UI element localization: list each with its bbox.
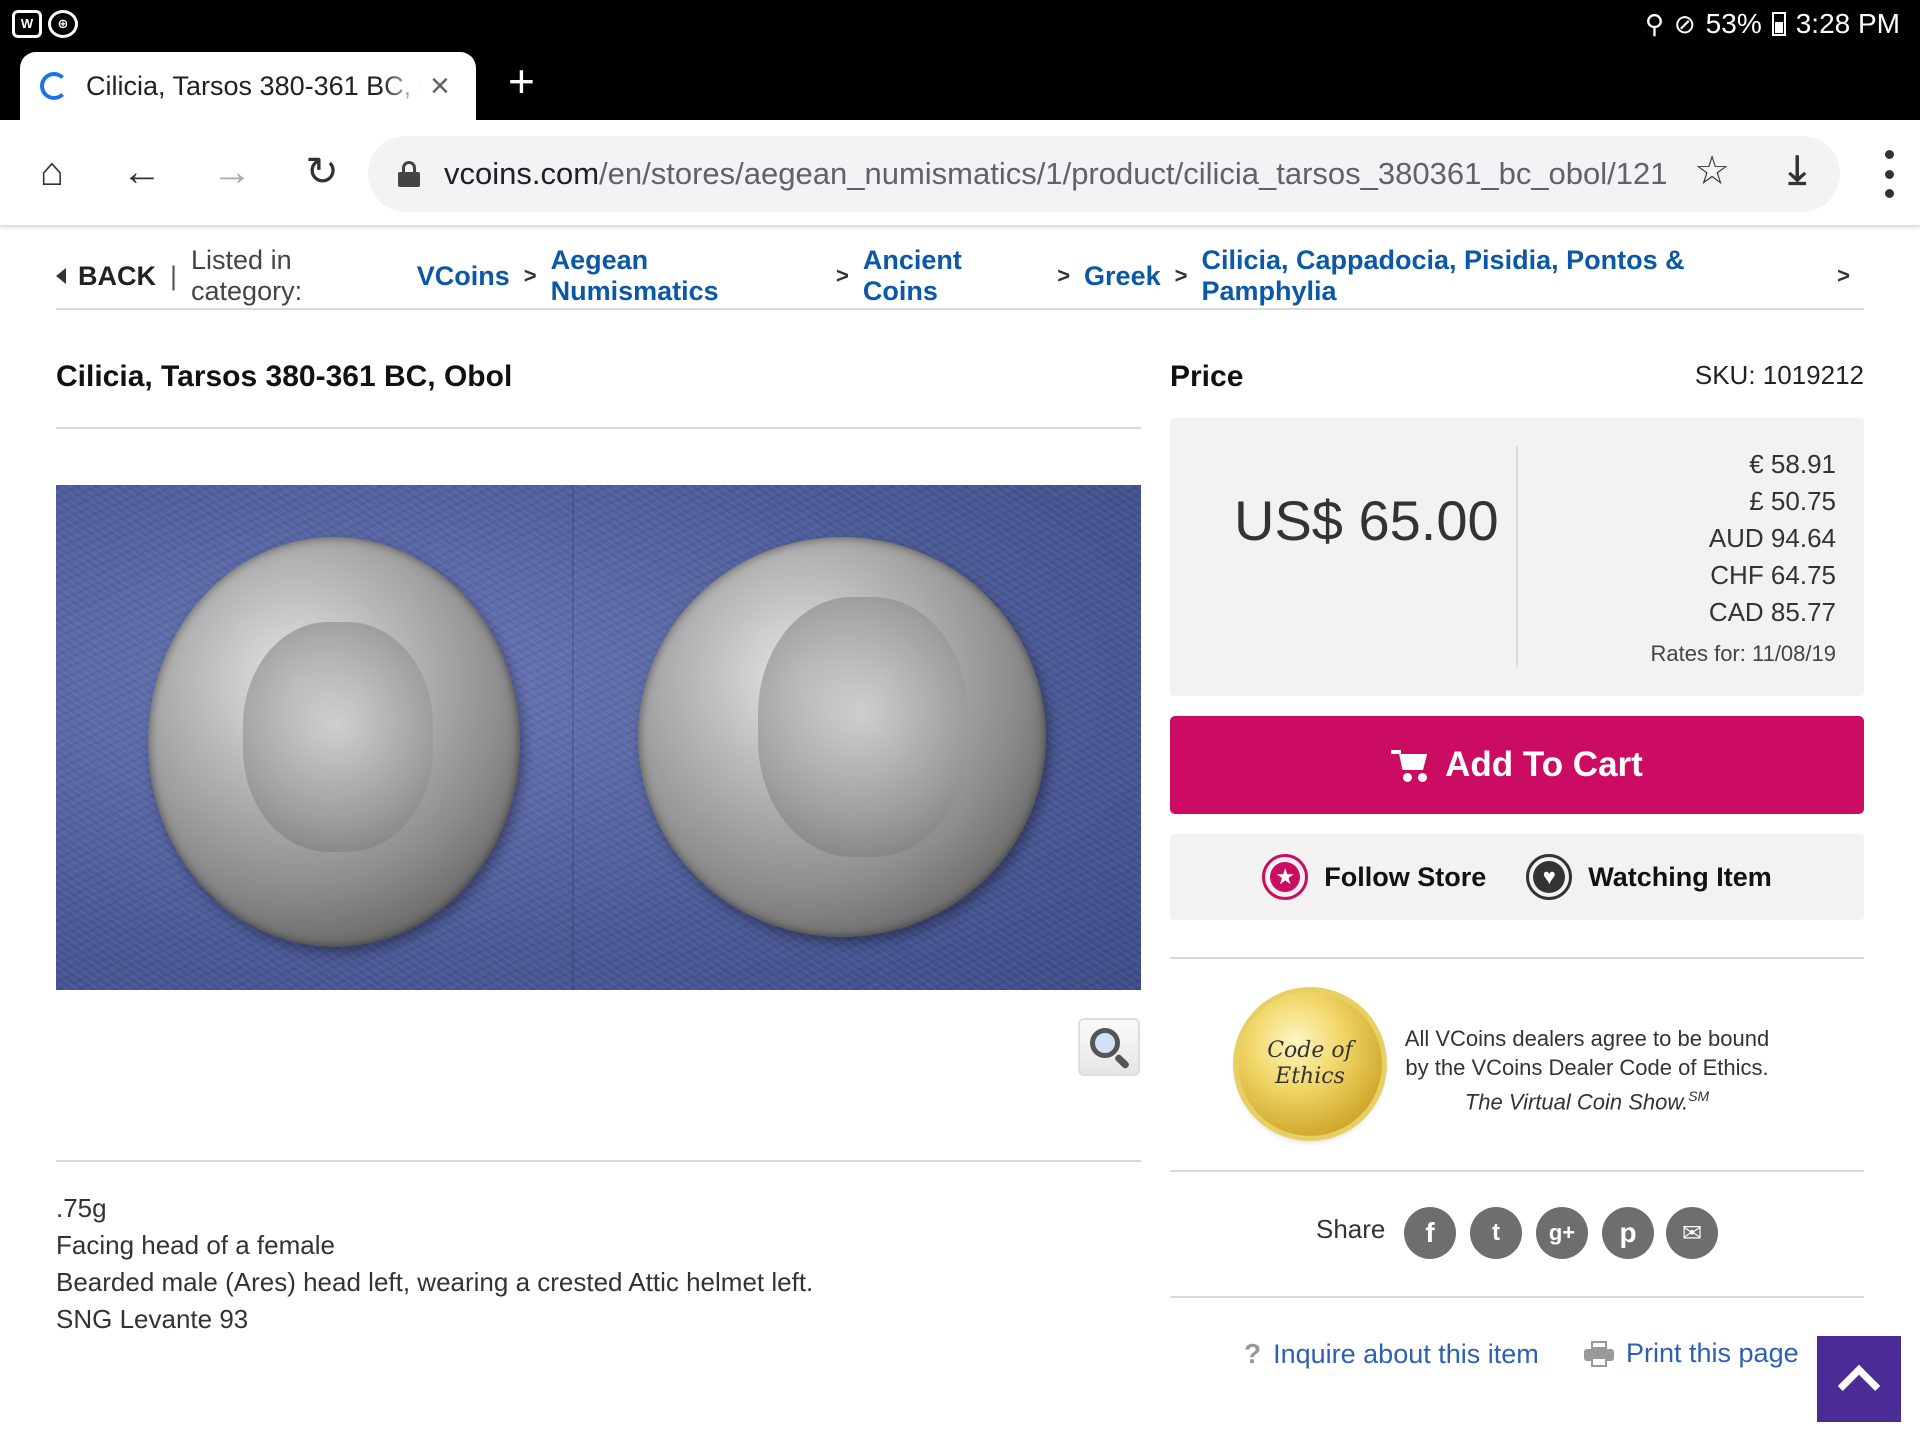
- back-triangle-icon: [56, 268, 66, 284]
- conversion-eur: € 58.91: [1749, 449, 1836, 479]
- follow-store-label: Follow Store: [1324, 861, 1487, 892]
- inquire-link[interactable]: ? Inquire about this item: [1244, 1338, 1539, 1370]
- battery-icon: [1771, 12, 1786, 36]
- breadcrumb-link-cilicia[interactable]: Cilicia, Cappadocia, Pisidia, Pontos & P…: [1201, 245, 1823, 307]
- conversion-chf: CHF 64.75: [1710, 560, 1836, 590]
- status-bar-right: ⚲ ⊘ 53% 3:28 PM: [1645, 8, 1900, 40]
- image-divider: [572, 485, 574, 990]
- price-box: US$ 65.00 € 58.91 £ 50.75 AUD 94.64 CHF …: [1170, 418, 1864, 696]
- watching-item-button[interactable]: ♥ Watching Item: [1526, 854, 1772, 900]
- download-icon[interactable]: ⤓: [1788, 148, 1806, 193]
- clock: 3:28 PM: [1795, 8, 1900, 39]
- close-tab-icon[interactable]: ×: [430, 69, 450, 103]
- breadcrumb-link-greek[interactable]: Greek: [1084, 261, 1161, 292]
- breadcrumb-link-vcoins[interactable]: VCoins: [417, 261, 510, 292]
- coin-reverse: [638, 537, 1046, 937]
- code-of-ethics-seal-icon: Code of Ethics: [1238, 992, 1382, 1136]
- browser-toolbar: ⌂ ← → ↻ vcoins.com/en/stores/aegean_numi…: [0, 120, 1920, 226]
- overflow-menu-icon[interactable]: [1884, 150, 1894, 198]
- facebook-icon[interactable]: f: [1404, 1207, 1456, 1259]
- product-image[interactable]: [56, 485, 1141, 990]
- email-icon[interactable]: ✉: [1666, 1207, 1718, 1259]
- inquire-label: Inquire about this item: [1273, 1338, 1539, 1369]
- share-label: Share: [1316, 1214, 1386, 1244]
- product-description: .75g Facing head of a female Bearded mal…: [56, 1190, 813, 1338]
- coin-face-relief: [243, 622, 433, 852]
- price-heading: Price: [1170, 360, 1244, 393]
- do-not-disturb-icon: ⊘: [1673, 8, 1696, 39]
- breadcrumb: BACK | Listed in category: VCoins > Aege…: [56, 245, 1864, 310]
- print-label: Print this page: [1626, 1338, 1799, 1368]
- print-link[interactable]: Print this page: [1584, 1338, 1799, 1369]
- app-notification-icon-2: ⊕: [48, 10, 78, 38]
- battery-percent: 53%: [1705, 8, 1762, 39]
- description-line: Facing head of a female: [56, 1230, 335, 1260]
- back-arrow-icon[interactable]: ←: [116, 146, 168, 198]
- conversion-gbp: £ 50.75: [1749, 486, 1836, 516]
- bookmark-star-icon[interactable]: ☆: [1694, 148, 1730, 194]
- breadcrumb-arrow: >: [1174, 263, 1188, 288]
- google-plus-icon[interactable]: g+: [1536, 1207, 1588, 1259]
- breadcrumb-arrow: >: [1837, 263, 1850, 288]
- pinterest-icon[interactable]: p: [1602, 1207, 1654, 1259]
- address-bar[interactable]: vcoins.com/en/stores/aegean_numismatics/…: [368, 136, 1840, 212]
- divider: [1170, 1170, 1864, 1172]
- description-line: SNG Levante 93: [56, 1304, 249, 1334]
- lock-icon: [398, 161, 420, 187]
- breadcrumb-separator: |: [170, 260, 178, 291]
- wifi-icon: ⚲: [1644, 8, 1664, 39]
- chevron-up-icon: [1837, 1364, 1881, 1408]
- loading-spinner-icon: [40, 72, 68, 100]
- add-to-cart-label: Add To Cart: [1445, 745, 1643, 784]
- home-icon[interactable]: ⌂: [26, 146, 78, 198]
- divider: [1170, 1296, 1864, 1298]
- price-divider: [1516, 446, 1518, 668]
- zoom-magnifier-icon[interactable]: [1078, 1018, 1140, 1076]
- divider: [56, 427, 1141, 429]
- breadcrumb-link-ancient-coins[interactable]: Ancient Coins: [863, 245, 1043, 307]
- product-title: Cilicia, Tarsos 380-361 BC, Obol: [56, 360, 513, 393]
- heart-circle-icon: ♥: [1526, 854, 1573, 900]
- breadcrumb-arrow: >: [1057, 263, 1071, 288]
- coin-obverse: [148, 537, 520, 947]
- category-label: Listed in category:: [191, 245, 303, 306]
- twitter-icon[interactable]: t: [1470, 1207, 1522, 1259]
- app-notification-icon: W: [12, 10, 42, 38]
- url-text[interactable]: vcoins.com/en/stores/aegean_numismatics/…: [444, 156, 1674, 192]
- printer-icon: [1584, 1340, 1614, 1367]
- scroll-to-top-button[interactable]: [1817, 1336, 1901, 1422]
- conversion-cad: CAD 85.77: [1708, 597, 1836, 627]
- description-line: Bearded male (Ares) head left, wearing a…: [56, 1267, 814, 1297]
- reload-icon[interactable]: ↻: [296, 146, 348, 198]
- currency-conversions: € 58.91 £ 50.75 AUD 94.64 CHF 64.75 CAD …: [1651, 446, 1837, 672]
- browser-tab[interactable]: Cilicia, Tarsos 380-361 BC, O ×: [20, 52, 476, 120]
- forward-arrow-icon[interactable]: →: [206, 146, 258, 198]
- add-to-cart-button[interactable]: Add To Cart: [1170, 716, 1864, 814]
- back-link[interactable]: BACK: [56, 261, 156, 292]
- follow-store-button[interactable]: ★ Follow Store: [1262, 854, 1486, 900]
- breadcrumb-link-store[interactable]: Aegean Numismatics: [551, 245, 822, 307]
- question-icon: ?: [1244, 1338, 1262, 1369]
- ethics-statement: All VCoins dealers agree to be bound by …: [1404, 1026, 1770, 1115]
- divider: [56, 1160, 1141, 1162]
- new-tab-button[interactable]: +: [508, 58, 535, 104]
- divider: [1170, 957, 1864, 959]
- breadcrumb-arrow: >: [523, 263, 537, 288]
- rates-date: Rates for: 11/08/19: [1650, 641, 1837, 666]
- sku: SKU: 1019212: [1694, 360, 1864, 390]
- coin-helmet-relief: [758, 597, 968, 857]
- browser-top-bar: W ⊕ ⚲ ⊘ 53% 3:28 PM Cilicia, Tarsos 380-…: [0, 0, 1920, 120]
- watching-item-label: Watching Item: [1588, 861, 1772, 892]
- follow-watch-bar: ★ Follow Store ♥ Watching Item: [1170, 834, 1864, 920]
- description-line: .75g: [56, 1193, 107, 1223]
- cart-icon: [1391, 748, 1431, 782]
- conversion-aud: AUD 94.64: [1708, 523, 1836, 553]
- tab-title: Cilicia, Tarsos 380-361 BC, O: [86, 70, 422, 101]
- breadcrumb-arrow: >: [835, 263, 849, 288]
- star-circle-icon: ★: [1262, 854, 1309, 900]
- main-price: US$ 65.00: [1234, 489, 1499, 552]
